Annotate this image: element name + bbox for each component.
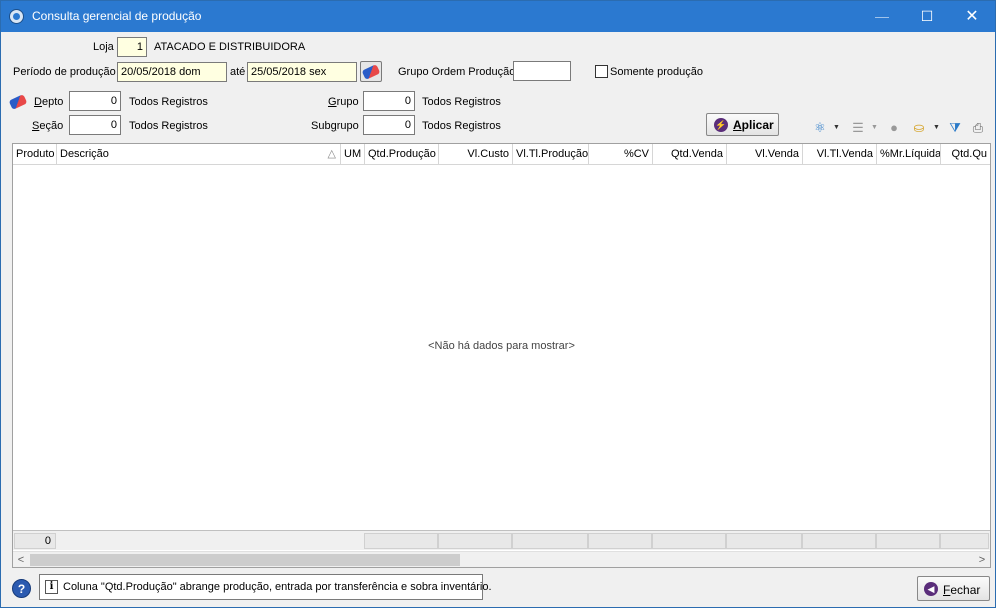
ate-label: até xyxy=(230,66,246,78)
footer-count: 0 xyxy=(14,533,56,549)
depto-label-text: epto xyxy=(41,96,64,108)
subgrupo-desc: Todos Registros xyxy=(422,120,501,132)
scroll-left-icon[interactable]: < xyxy=(13,552,29,568)
main-window: Consulta gerencial de produção — ☐ ✕ Loj… xyxy=(0,0,996,608)
col-vl-custo[interactable]: Vl.Custo xyxy=(439,144,513,165)
grupo-input[interactable]: 0 xyxy=(363,91,415,111)
eraser-icon xyxy=(361,64,381,80)
footer-cell xyxy=(438,533,512,549)
col-qtd-producao[interactable]: Qtd.Produção xyxy=(365,144,439,165)
footer-cell xyxy=(364,533,438,549)
secao-label: Seção xyxy=(32,120,64,132)
title-bar[interactable]: Consulta gerencial de produção — ☐ ✕ xyxy=(1,1,995,32)
status-message: Coluna "Qtd.Produção" abrange produção, … xyxy=(63,581,492,593)
loja-name: ATACADO E DISTRIBUIDORA xyxy=(154,41,306,53)
footer-cell xyxy=(652,533,726,549)
col-qtd-venda[interactable]: Qtd.Venda xyxy=(653,144,727,165)
list-icon[interactable]: ☰ xyxy=(849,119,867,137)
subgrupo-input[interactable]: 0 xyxy=(363,115,415,135)
footer-cell xyxy=(726,533,802,549)
footer-cell xyxy=(876,533,940,549)
close-button[interactable]: ✕ xyxy=(949,1,995,32)
aplicar-label: Aplicar xyxy=(733,118,774,132)
periodo-label: Período de produção xyxy=(13,66,116,78)
col-descricao[interactable]: Descrição △ xyxy=(57,144,341,165)
app-icon xyxy=(9,9,24,24)
fechar-button[interactable]: ◀ Fechar xyxy=(917,576,990,601)
scroll-thumb[interactable] xyxy=(30,554,460,566)
help-icon[interactable]: ? xyxy=(12,579,31,598)
somente-producao-checkbox[interactable] xyxy=(595,65,608,78)
grupo-ordem-input[interactable] xyxy=(513,61,571,81)
print-icon[interactable]: ⎙ xyxy=(969,119,987,137)
col-vl-venda[interactable]: Vl.Venda xyxy=(727,144,803,165)
periodo-end-input[interactable]: 25/05/2018 sex xyxy=(247,62,357,82)
grid-header: Produto Descrição △ UM Qtd.Produção Vl.C… xyxy=(13,144,990,165)
col-qtd-qu[interactable]: Qtd.Qu xyxy=(941,144,990,165)
maximize-button[interactable]: ☐ xyxy=(904,1,950,32)
grupo-label: Grupo xyxy=(328,96,359,108)
secao-input[interactable]: 0 xyxy=(69,115,121,135)
grupo-desc: Todos Registros xyxy=(422,96,501,108)
secao-desc: Todos Registros xyxy=(129,120,208,132)
aplicar-button[interactable]: ⚡ Aplicar xyxy=(706,113,779,136)
empty-message: <Não há dados para mostrar> xyxy=(428,340,575,352)
col-mr-liquida[interactable]: %Mr.Líquida xyxy=(877,144,941,165)
fechar-label: Fechar xyxy=(943,583,981,597)
window-title: Consulta gerencial de produção xyxy=(32,9,202,23)
loja-input[interactable]: 1 xyxy=(117,37,147,57)
export-icon[interactable]: ⛀ xyxy=(909,119,929,137)
periodo-start-input[interactable]: 20/05/2018 dom xyxy=(117,62,227,82)
circle-icon[interactable]: ● xyxy=(885,119,903,137)
minimize-button[interactable]: — xyxy=(859,1,905,32)
hierarchy-icon[interactable]: ⚛ xyxy=(811,119,829,137)
info-icon: i xyxy=(45,580,58,594)
lightning-icon: ⚡ xyxy=(714,118,728,132)
col-cv[interactable]: %CV xyxy=(589,144,653,165)
depto-input[interactable]: 0 xyxy=(69,91,121,111)
depto-label: Depto xyxy=(34,96,64,108)
somente-producao-label: Somente produção xyxy=(610,66,703,78)
hierarchy-dropdown-icon[interactable]: ▼ xyxy=(833,119,841,137)
back-arrow-icon: ◀ xyxy=(924,582,938,596)
col-um[interactable]: UM xyxy=(341,144,365,165)
loja-label: Loja xyxy=(93,41,114,53)
col-vl-tl-venda[interactable]: Vl.Tl.Venda xyxy=(803,144,877,165)
col-produto[interactable]: Produto xyxy=(13,144,57,165)
filter-icon[interactable]: ⧩ xyxy=(946,119,964,137)
clear-filters-icon[interactable] xyxy=(8,94,28,110)
clear-period-button[interactable] xyxy=(360,61,382,82)
footer-cell xyxy=(940,533,989,549)
sort-ascending-icon: △ xyxy=(327,148,336,160)
scroll-right-icon[interactable]: > xyxy=(974,552,990,568)
status-message-box: i Coluna "Qtd.Produção" abrange produção… xyxy=(39,574,492,600)
grupo-ordem-label: Grupo Ordem Produção xyxy=(398,66,516,78)
footer-cell xyxy=(802,533,876,549)
footer-cell xyxy=(588,533,652,549)
depto-desc: Todos Registros xyxy=(129,96,208,108)
footer-cell xyxy=(512,533,588,549)
subgrupo-label: Subgrupo xyxy=(311,120,359,132)
col-descricao-label: Descrição xyxy=(60,148,109,160)
col-vl-tl-producao[interactable]: Vl.Tl.Produção xyxy=(513,144,589,165)
list-dropdown-icon[interactable]: ▼ xyxy=(871,119,879,137)
grid-footer: 0 xyxy=(13,530,990,550)
results-grid[interactable]: Produto Descrição △ UM Qtd.Produção Vl.C… xyxy=(12,143,991,568)
export-dropdown-icon[interactable]: ▼ xyxy=(933,119,941,137)
horizontal-scrollbar[interactable]: < > xyxy=(13,551,990,567)
